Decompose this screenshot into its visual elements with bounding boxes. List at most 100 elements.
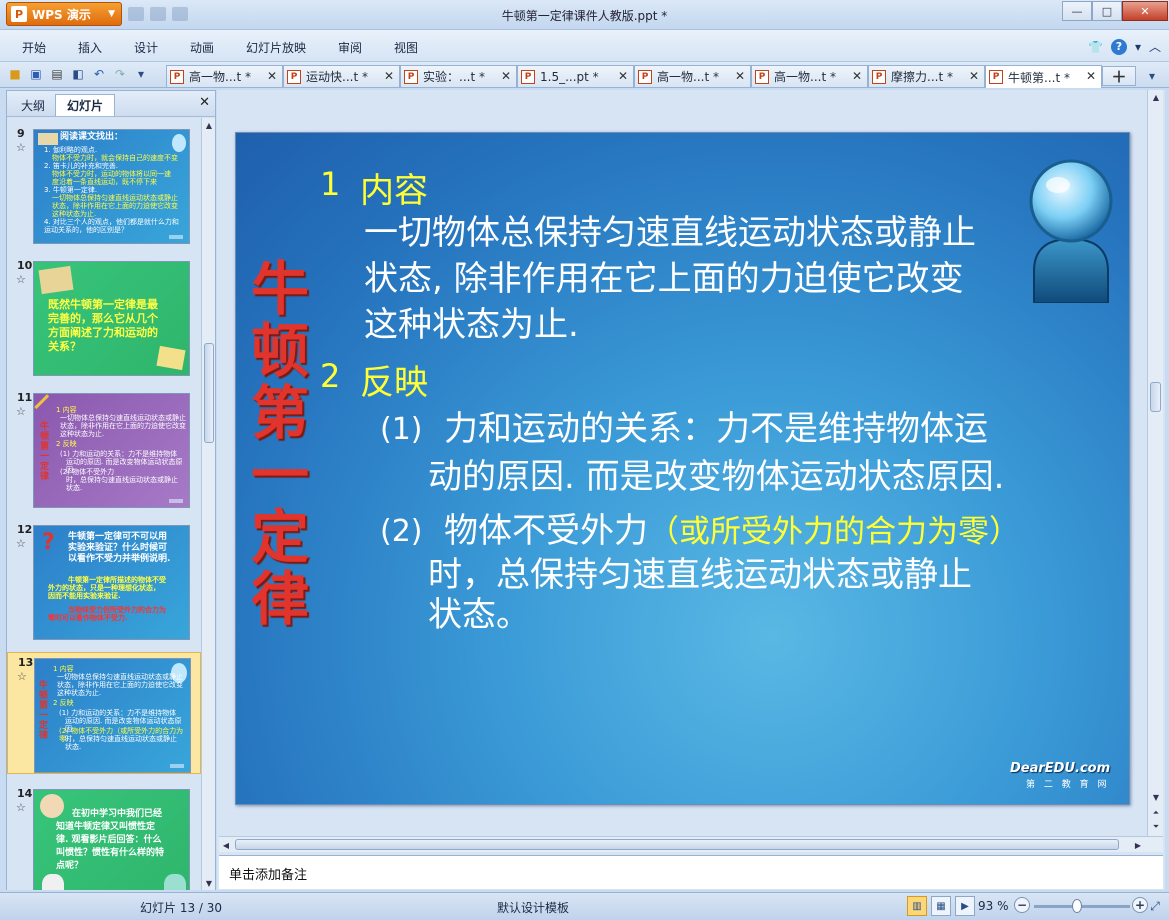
editor-vertical-scrollbar[interactable]: ▲ ▼ ⏶ ⏷ bbox=[1147, 90, 1163, 836]
thumb-text: 2 反映 bbox=[56, 440, 77, 448]
minimize-button[interactable]: — bbox=[1062, 1, 1092, 21]
slides-panel: 大纲 幻灯片 ✕ 9 ☆ 阅读课文找出： 1. 伽利略的观点. 物体不受力时，就… bbox=[6, 90, 216, 890]
open-folder-icon[interactable]: ■ bbox=[6, 65, 24, 83]
notes-area[interactable]: 单击添加备注 bbox=[219, 855, 1163, 889]
tab-outline[interactable]: 大纲 bbox=[13, 94, 53, 116]
editor-horizontal-scrollbar[interactable]: ◀ ▶ bbox=[219, 836, 1163, 852]
slide-thumbnail-14[interactable]: 14 ☆ 在初中学习中我们已经 知道牛顿定律又叫惯性定 律. 观看影片后回答：什… bbox=[7, 784, 201, 890]
current-slide[interactable]: 牛 顿 第 一 定 律 1 内容 一切物体总保持匀速直线运动状态或静止 状态, … bbox=[235, 132, 1130, 805]
collapse-ribbon-icon[interactable]: ︿ bbox=[1149, 38, 1161, 55]
close-icon[interactable]: ✕ bbox=[852, 69, 862, 83]
ppt-file-icon: P bbox=[521, 69, 535, 84]
scroll-thumb[interactable] bbox=[1150, 382, 1161, 412]
maximize-button[interactable]: □ bbox=[1092, 1, 1122, 21]
brand-mark bbox=[170, 764, 184, 768]
fit-window-icon[interactable]: ⤢ bbox=[1146, 897, 1164, 915]
menu-home[interactable]: 开始 bbox=[22, 39, 46, 56]
section-1-heading: 内容 bbox=[360, 171, 428, 211]
scroll-thumb[interactable] bbox=[235, 839, 1119, 850]
thumbnail-image: 既然牛顿第一定律是最 完善的，那么它从几个 方面阐述了力和运动的 关系？ bbox=[33, 261, 190, 376]
zoom-slider-knob[interactable] bbox=[1072, 899, 1082, 913]
skin-icon[interactable]: 👕 bbox=[1088, 40, 1103, 54]
scroll-down-icon[interactable]: ▼ bbox=[202, 876, 216, 890]
slide-thumbnail-9[interactable]: 9 ☆ 阅读课文找出： 1. 伽利略的观点. 物体不受力时，就会保持自己的速度不… bbox=[7, 124, 201, 246]
close-icon[interactable]: ✕ bbox=[735, 69, 745, 83]
thumb-title: 阅读课文找出： bbox=[60, 132, 124, 142]
document-tab[interactable]: P 高一物...t * ✕ bbox=[166, 65, 283, 87]
scroll-up-icon[interactable]: ▲ bbox=[202, 118, 216, 132]
document-tab[interactable]: P 高一物...t * ✕ bbox=[634, 65, 751, 87]
thumb-text: 知道牛顿定律又叫惯性定 bbox=[56, 822, 156, 832]
scroll-right-icon[interactable]: ▶ bbox=[1131, 838, 1145, 852]
help-icon[interactable]: ? bbox=[1110, 38, 1127, 55]
menu-slideshow[interactable]: 幻灯片放映 bbox=[246, 39, 306, 56]
zoom-out-button[interactable]: − bbox=[1014, 897, 1030, 913]
tab-label: 1.5_...pt * bbox=[540, 69, 599, 84]
redo-icon[interactable]: ↷ bbox=[111, 65, 129, 83]
zoom-slider-track[interactable] bbox=[1034, 905, 1130, 908]
thumb-text: 零时可以看作物体不受力. bbox=[48, 614, 128, 622]
close-icon[interactable]: ✕ bbox=[199, 95, 210, 110]
document-tab[interactable]: P 高一物...t * ✕ bbox=[751, 65, 868, 87]
tab-slides[interactable]: 幻灯片 bbox=[55, 94, 115, 116]
print-icon[interactable]: ▤ bbox=[48, 65, 66, 83]
thumb-text: 状态，除非作用在它上面的力迫使它改变 bbox=[52, 202, 178, 210]
close-icon[interactable]: ✕ bbox=[618, 69, 628, 83]
point-1-number: (1) bbox=[380, 412, 423, 447]
tab-label: 摩擦力...t * bbox=[891, 70, 953, 84]
close-button[interactable]: ✕ bbox=[1122, 1, 1168, 21]
normal-view-button[interactable]: ▥ bbox=[907, 896, 927, 916]
close-icon[interactable]: ✕ bbox=[1086, 69, 1096, 83]
previous-slide-icon[interactable]: ⏶ bbox=[1149, 806, 1163, 820]
tab-list-icon[interactable]: ▾ bbox=[1142, 67, 1162, 85]
design-template-label: 默认设计模板 bbox=[497, 901, 570, 915]
toolbar-more-icon[interactable]: ▾ bbox=[132, 65, 150, 83]
document-tab[interactable]: P 1.5_...pt * ✕ bbox=[517, 65, 634, 87]
chevron-down-icon[interactable]: ▾ bbox=[1135, 40, 1141, 54]
close-icon[interactable]: ✕ bbox=[267, 69, 277, 83]
point-2-line-2: 时，总保持匀速直线运动状态或静止 bbox=[428, 555, 972, 595]
slideshow-button[interactable]: ▶ bbox=[955, 896, 975, 916]
document-tab[interactable]: P 实验：...t * ✕ bbox=[400, 65, 517, 87]
scroll-up-icon[interactable]: ▲ bbox=[1149, 90, 1163, 104]
ppt-file-icon: P bbox=[755, 69, 769, 84]
scroll-left-icon[interactable]: ◀ bbox=[219, 838, 233, 852]
menu-design[interactable]: 设计 bbox=[134, 39, 158, 56]
menu-animation[interactable]: 动画 bbox=[190, 39, 214, 56]
close-icon[interactable]: ✕ bbox=[384, 69, 394, 83]
document-tab[interactable]: P 运动快...t * ✕ bbox=[283, 65, 400, 87]
thumb-text: 4. 对比三个人的观点，他们都是就什么力和 bbox=[44, 218, 179, 226]
slide-thumbnail-12[interactable]: 12 ☆ ? 牛顿第一定律可不可以用 实验来验证？什么时候可 以看作不受力并举例… bbox=[7, 520, 201, 642]
slide-sorter-button[interactable]: ▦ bbox=[931, 896, 951, 916]
close-icon[interactable]: ✕ bbox=[501, 69, 511, 83]
ppt-file-icon: P bbox=[170, 69, 184, 84]
document-tab-bar: ■ ▣ ▤ ◧ ↶ ↷ ▾ P 高一物...t * ✕ P 运动快...t * ✕ P实… bbox=[0, 62, 1169, 88]
print-preview-icon[interactable]: ◧ bbox=[69, 65, 87, 83]
user-icon bbox=[1029, 159, 1113, 303]
document-tab-active[interactable]: P 牛顿第...t * ✕ bbox=[985, 65, 1102, 88]
slide-thumbnail-10[interactable]: 10 ☆ 既然牛顿第一定律是最 完善的，那么它从几个 方面阐述了力和运动的 关系… bbox=[7, 256, 201, 378]
menu-insert[interactable]: 插入 bbox=[78, 39, 102, 56]
panel-scrollbar[interactable]: ▲ ▼ bbox=[201, 118, 215, 890]
new-tab-button[interactable]: ＋ bbox=[1102, 66, 1136, 86]
point-2-text: 物体不受外力 bbox=[444, 511, 648, 551]
thumb-vertical-title: 牛顿第一定律 bbox=[40, 422, 50, 482]
title-char: 顿 bbox=[250, 317, 309, 385]
book-icon bbox=[38, 133, 58, 145]
scroll-down-icon[interactable]: ▼ bbox=[1149, 790, 1163, 804]
thumb-text: 这种状态为止. bbox=[52, 210, 97, 218]
menu-review[interactable]: 审阅 bbox=[338, 39, 362, 56]
menu-view[interactable]: 视图 bbox=[394, 39, 418, 56]
thumb-text: 2. 笛卡儿的补充和完善. bbox=[44, 162, 119, 170]
slide-thumbnail-13[interactable]: 13 ☆ 牛顿第一定律 1 内容 一切物体总保持匀速直线运动状态或静止 状态，除… bbox=[7, 652, 201, 774]
undo-icon[interactable]: ↶ bbox=[90, 65, 108, 83]
close-icon[interactable]: ✕ bbox=[969, 69, 979, 83]
document-tab[interactable]: P 摩擦力...t * ✕ bbox=[868, 65, 985, 87]
save-icon[interactable]: ▣ bbox=[27, 65, 45, 83]
next-slide-icon[interactable]: ⏷ bbox=[1149, 820, 1163, 834]
slide-thumbnail-list: 9 ☆ 阅读课文找出： 1. 伽利略的观点. 物体不受力时，就会保持自己的速度不… bbox=[7, 118, 201, 890]
slide-thumbnail-11[interactable]: 11 ☆ 牛顿第一定律 1 内容 一切物体总保持匀速直线运动状态或静止 状态，除… bbox=[7, 388, 201, 510]
title-bar: P WPS 演示 ▼ 牛顿第一定律课件人教版.ppt * — □ ✕ bbox=[0, 0, 1169, 30]
scroll-thumb[interactable] bbox=[204, 343, 214, 443]
thumb-text: 一切物体总保持匀速直线运动状态或静止 bbox=[57, 673, 183, 681]
